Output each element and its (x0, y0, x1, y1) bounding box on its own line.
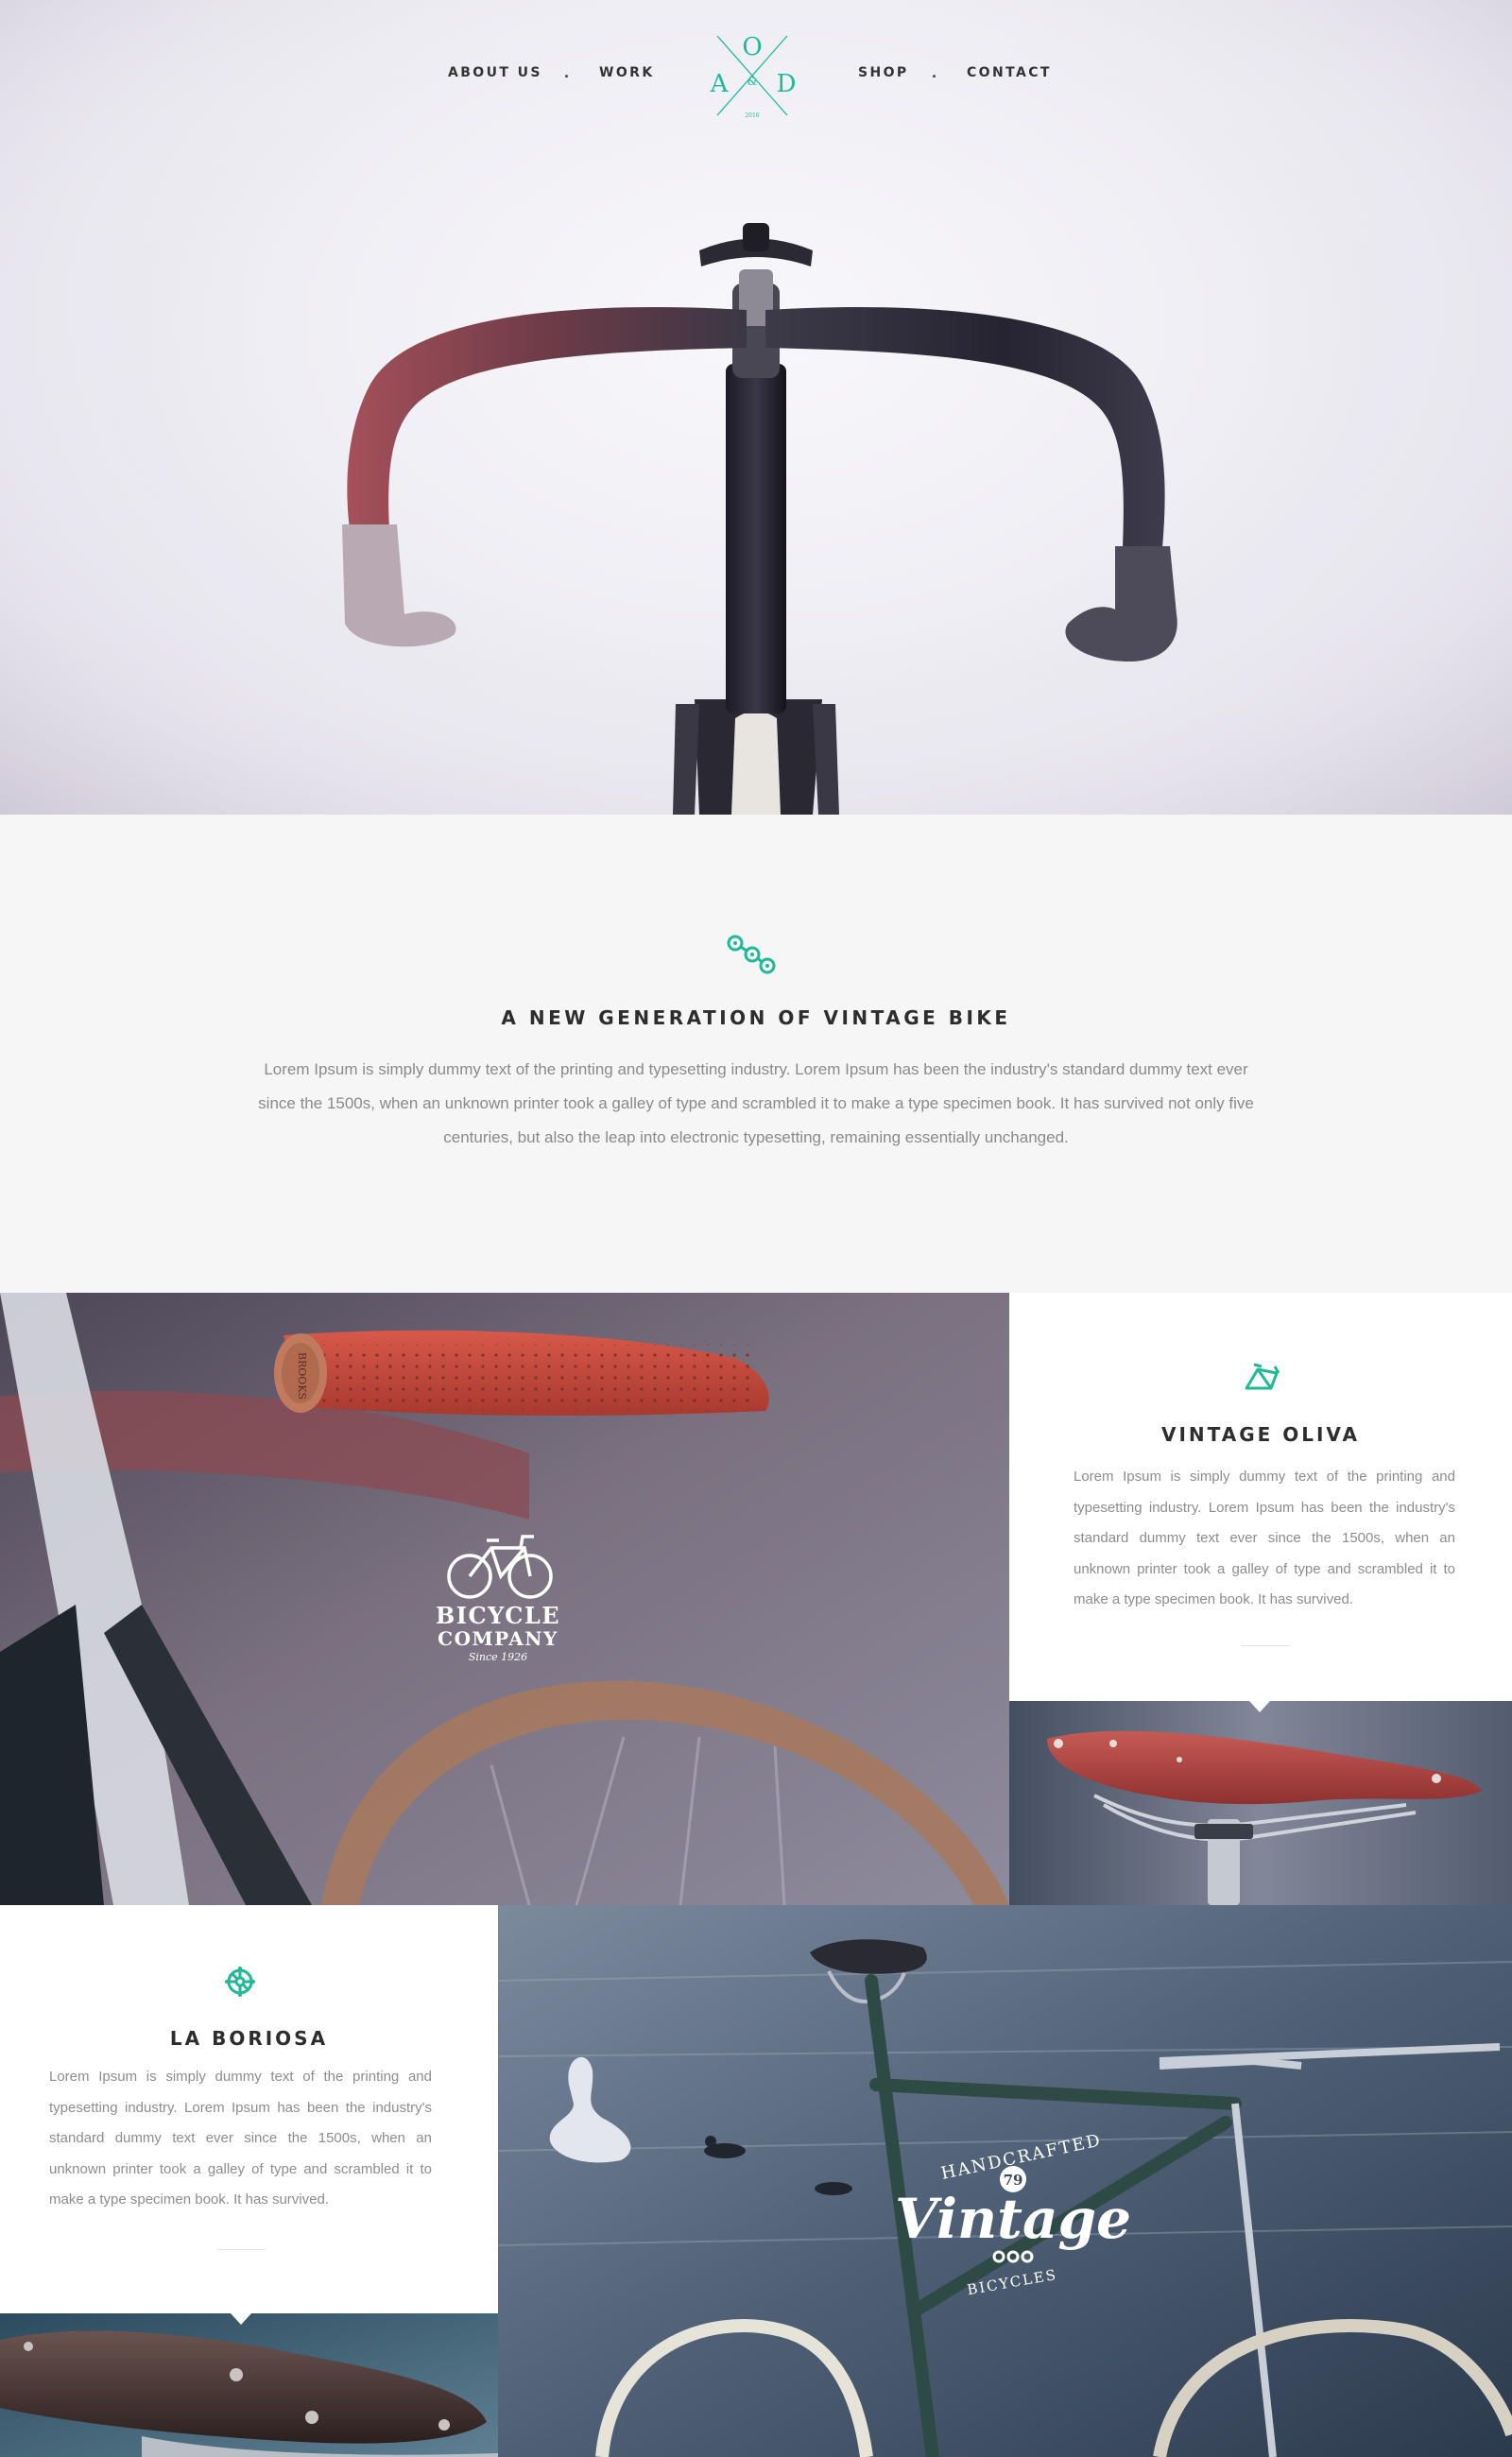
nav-shop[interactable]: SHOP (858, 65, 909, 80)
nav-work[interactable]: WORK (599, 65, 655, 80)
grip-photo-art: BROOKS BICYCLE COMPANY Since 1926 (0, 1293, 1009, 1905)
brown-saddle-art (0, 2313, 498, 2457)
nav-contact[interactable]: CONTACT (967, 65, 1052, 80)
divider (216, 2249, 266, 2250)
logo-letter-o: O (742, 33, 762, 61)
red-saddle-photo (1009, 1701, 1512, 1905)
intro-title: A NEW GENERATION OF VINTAGE BIKE (501, 1006, 1011, 1029)
feature-body: Lorem Ipsum is simply dummy text of the … (49, 2069, 432, 2208)
logo-year: 2016 (745, 112, 759, 119)
logo-letter-d: D (777, 70, 797, 98)
chain-icon (727, 935, 776, 974)
bike-frame-icon (1245, 1363, 1280, 1390)
divider (1241, 1645, 1290, 1646)
intro-section: A NEW GENERATION OF VINTAGE BIKE Lorem I… (0, 815, 1512, 1293)
brown-saddle-photo (0, 2313, 498, 2457)
hero-section: ABOUT US . WORK O A D & 2016 SHOP . CONT… (0, 0, 1512, 815)
feature-card-la-boriosa: LA BORIOSA Lorem Ipsum is simply dummy t… (0, 1905, 498, 2325)
badge-line-company: COMPANY (438, 1627, 558, 1650)
vintage-bicycle-art: 79 HANDCRAFTED Vintage BICYCLES (498, 1905, 1512, 2457)
logo-letter-a: A (710, 70, 730, 98)
feature-body: Lorem Ipsum is simply dummy text of the … (1074, 1469, 1455, 1607)
grip-brand-mark: BROOKS (296, 1352, 308, 1400)
handlebar-grip-photo: BROOKS BICYCLE COMPANY Since 1926 (0, 1293, 1009, 1905)
vintage-bicycle-photo: 79 HANDCRAFTED Vintage BICYCLES (498, 1905, 1512, 2457)
nav-about-us[interactable]: ABOUT US (448, 65, 542, 80)
badge-line-bicycle: BICYCLE (436, 1602, 560, 1629)
feature-title: LA BORIOSA (169, 2027, 329, 2050)
top-navigation: ABOUT US . WORK O A D & 2016 SHOP . CONT… (0, 0, 1512, 151)
logo-ampersand: & (747, 75, 758, 88)
card-pointer (1249, 1701, 1270, 1712)
feature-title: VINTAGE OLIVA (1160, 1423, 1361, 1446)
feature-card-vintage-oliva: VINTAGE OLIVA Lorem Ipsum is simply dumm… (1009, 1293, 1512, 1712)
red-saddle-art (1009, 1701, 1512, 1905)
brand-logo[interactable]: O A D & 2016 (700, 28, 804, 123)
nav-separator: . (932, 62, 937, 81)
card-pointer (231, 2313, 251, 2325)
intro-body: Lorem Ipsum is simply dummy text of the … (258, 1060, 1254, 1146)
chainring-icon (225, 1967, 255, 1997)
badge-since: Since 1926 (469, 1651, 527, 1663)
nav-separator: . (564, 62, 570, 81)
vintage-badge-script: Vintage (895, 2187, 1131, 2251)
